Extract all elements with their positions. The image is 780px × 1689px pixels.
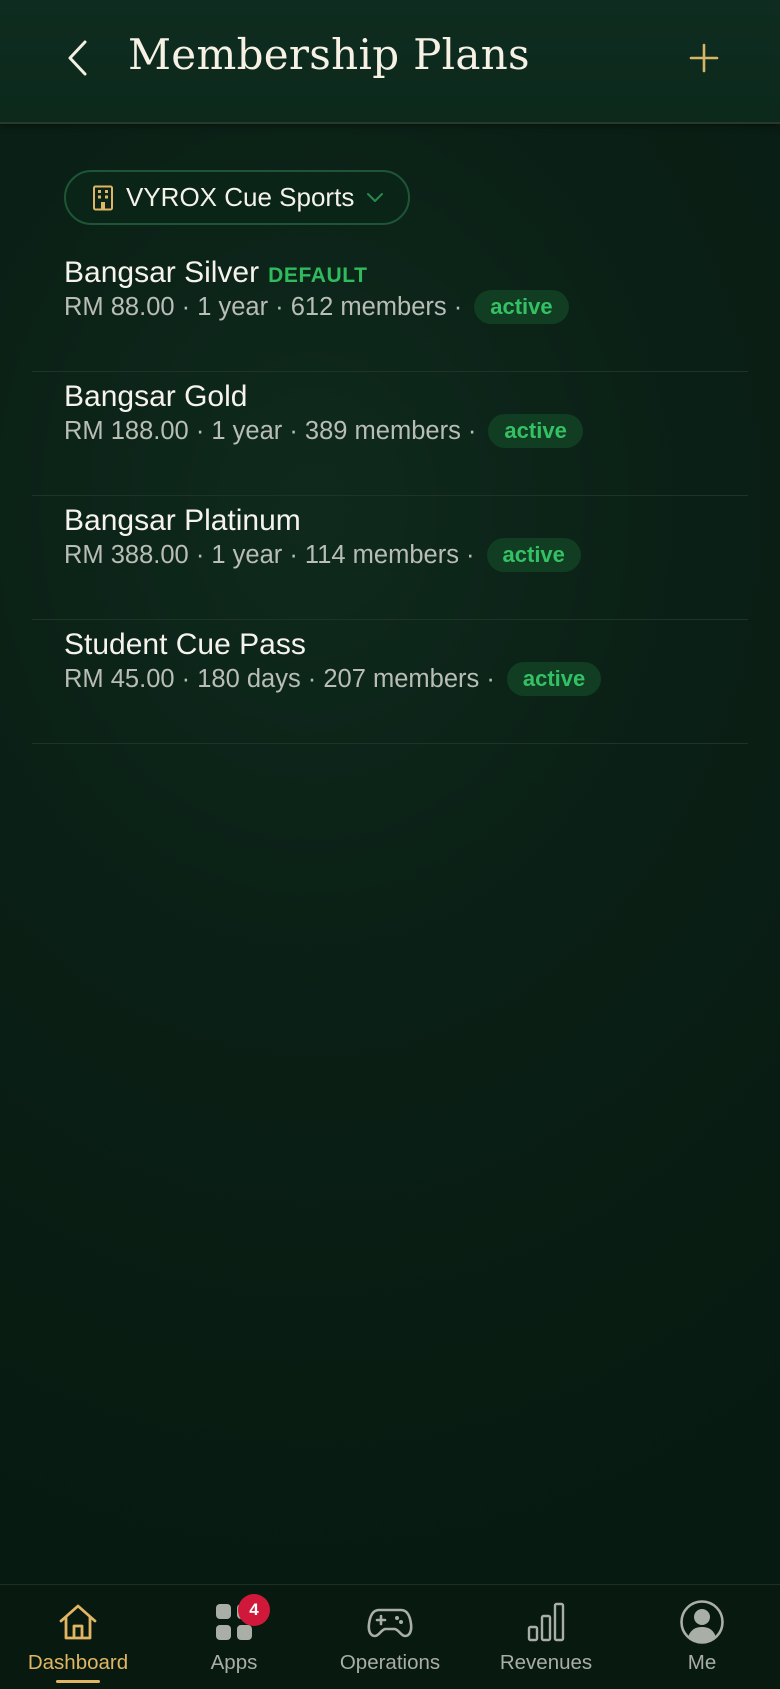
plan-name: Bangsar Gold <box>64 380 248 413</box>
active-tab-indicator <box>56 1680 100 1683</box>
status-badge: active <box>486 538 581 572</box>
tab-label: Operations <box>339 1651 441 1674</box>
status-badge: active <box>506 662 602 696</box>
tab-dashboard[interactable]: Dashboard <box>0 1585 156 1689</box>
tab-me[interactable]: Me <box>624 1585 780 1689</box>
top-app-bar: Membership Plans <box>0 0 780 124</box>
tab-revenues[interactable]: Revenues <box>468 1585 624 1689</box>
user-avatar-icon <box>680 1600 724 1644</box>
tab-label: Dashboard <box>27 1651 129 1674</box>
tab-label: Revenues <box>499 1651 593 1674</box>
bottom-tab-bar: Dashboard Apps 4 Operations Revenues Me <box>0 1584 780 1689</box>
plan-name: Student Cue Pass <box>64 628 306 661</box>
plan-list: Bangsar Silver DEFAULT RM 88.00 · 1 year… <box>32 248 748 744</box>
plan-row[interactable]: Bangsar Silver DEFAULT RM 88.00 · 1 year… <box>32 248 748 372</box>
tab-label: Me <box>687 1651 717 1674</box>
add-plan-button[interactable] <box>682 32 726 84</box>
apps-notification-badge: 4 <box>238 1594 270 1626</box>
tab-apps[interactable]: Apps <box>156 1585 312 1689</box>
venue-name: VYROX Cue Sports <box>126 182 355 212</box>
back-button[interactable] <box>54 28 102 88</box>
status-badge: active <box>488 414 583 448</box>
tab-operations[interactable]: Operations <box>312 1585 468 1689</box>
plan-name: Bangsar Silver <box>64 256 260 289</box>
plan-details: RM 388.00 · 1 year · 114 members · <box>64 540 475 569</box>
plan-details: RM 88.00 · 1 year · 612 members · <box>64 292 463 321</box>
gamepad-icon <box>367 1608 413 1638</box>
plan-row[interactable]: Bangsar Platinum RM 388.00 · 1 year · 11… <box>32 496 748 620</box>
building-icon <box>93 185 113 210</box>
home-icon <box>59 1604 97 1640</box>
chevron-left-icon <box>68 40 87 76</box>
plan-row[interactable]: Student Cue Pass RM 45.00 · 180 days · 2… <box>32 620 748 744</box>
tab-label: Apps <box>210 1651 258 1674</box>
bar-chart-icon <box>527 1602 565 1642</box>
plan-row[interactable]: Bangsar Gold RM 188.00 · 1 year · 389 me… <box>32 372 748 496</box>
venue-selector[interactable]: VYROX Cue Sports <box>64 170 411 225</box>
plus-icon <box>689 43 719 73</box>
page-title: Membership Plans <box>128 30 530 79</box>
status-badge: active <box>474 290 569 324</box>
plan-name: Bangsar Platinum <box>64 504 301 537</box>
default-tag: DEFAULT <box>268 264 368 287</box>
chevron-down-icon <box>367 192 384 202</box>
plan-details: RM 45.00 · 180 days · 207 members · <box>64 664 495 693</box>
plan-details: RM 188.00 · 1 year · 389 members · <box>64 416 477 445</box>
